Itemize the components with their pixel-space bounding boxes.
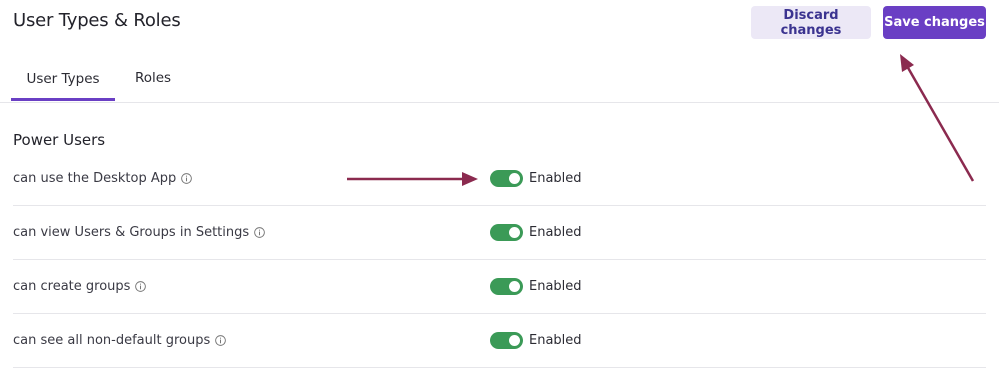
toggle-knob bbox=[509, 227, 520, 238]
enabled-toggle[interactable] bbox=[490, 224, 523, 241]
tab-bar: User Types Roles bbox=[0, 56, 999, 103]
user-types-roles-page: User Types & Roles Discard changes Save … bbox=[0, 0, 999, 375]
enabled-toggle[interactable] bbox=[490, 332, 523, 349]
permission-row: can see all non-default groups Enabled bbox=[13, 314, 986, 368]
toggle-knob bbox=[509, 173, 520, 184]
toggle-status-text: Enabled bbox=[529, 279, 582, 294]
toggle-knob bbox=[509, 335, 520, 346]
permission-row: can create groups Enabled bbox=[13, 260, 986, 314]
toggle-knob bbox=[509, 281, 520, 292]
info-icon[interactable] bbox=[181, 173, 193, 184]
permission-label: can view Users & Groups in Settings bbox=[13, 225, 250, 240]
permission-label-container: can view Users & Groups in Settings bbox=[13, 206, 265, 259]
tab-roles[interactable]: Roles bbox=[128, 55, 178, 100]
section-title: Power Users bbox=[13, 131, 106, 149]
enabled-toggle[interactable] bbox=[490, 170, 523, 187]
permission-label: can use the Desktop App bbox=[13, 171, 177, 186]
tab-user-types[interactable]: User Types bbox=[11, 56, 115, 101]
enabled-toggle[interactable] bbox=[490, 278, 523, 295]
permission-row: can view Users & Groups in Settings Enab… bbox=[13, 206, 986, 260]
discard-changes-button[interactable]: Discard changes bbox=[751, 6, 871, 39]
permission-row: can use the Desktop App Enabled bbox=[13, 152, 986, 206]
toggle-status-text: Enabled bbox=[529, 225, 582, 240]
permission-label: can create groups bbox=[13, 279, 131, 294]
toggle-status-text: Enabled bbox=[529, 171, 582, 186]
permission-label-container: can create groups bbox=[13, 260, 147, 313]
info-icon[interactable] bbox=[215, 335, 227, 346]
permission-label-container: can use the Desktop App bbox=[13, 152, 193, 205]
info-icon[interactable] bbox=[135, 281, 147, 292]
info-icon[interactable] bbox=[254, 227, 265, 238]
page-title: User Types & Roles bbox=[13, 10, 181, 31]
toggle-status-text: Enabled bbox=[529, 333, 582, 348]
permission-label: can see all non-default groups bbox=[13, 333, 211, 348]
permission-label-container: can see all non-default groups bbox=[13, 314, 227, 367]
save-changes-button[interactable]: Save changes bbox=[883, 6, 986, 39]
